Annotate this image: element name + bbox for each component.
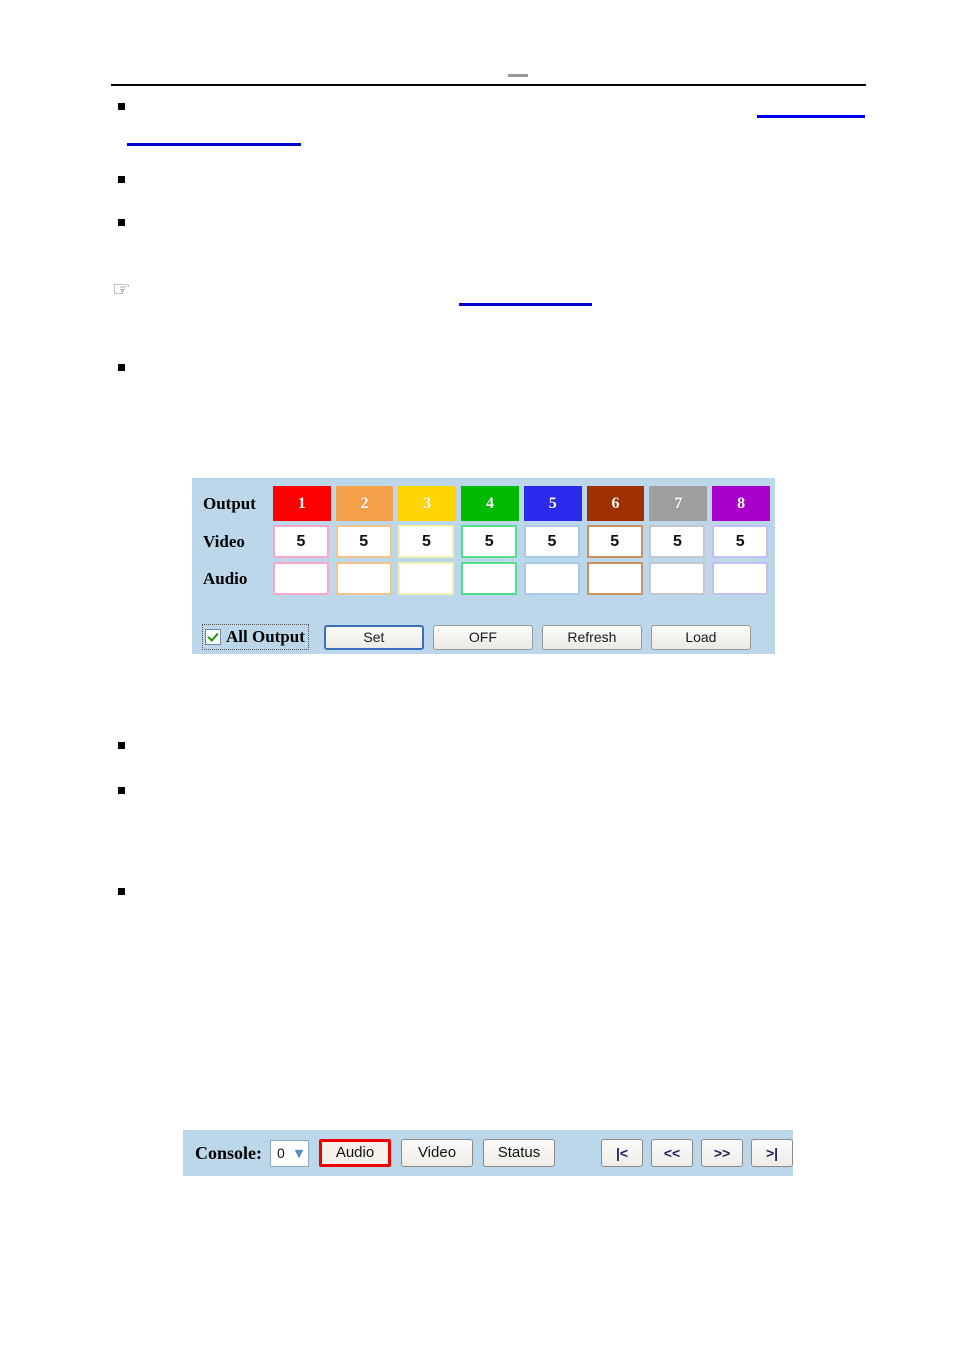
video-input-5[interactable] [523, 525, 580, 558]
audio-row: Audio [202, 562, 770, 595]
video-button[interactable]: Video [401, 1139, 473, 1167]
output-port-1[interactable]: 1 [272, 486, 331, 521]
all-output-label: All Output [226, 627, 305, 646]
bullet-marker [118, 219, 125, 226]
console-label: Console: [195, 1142, 262, 1163]
all-output-checkbox[interactable]: All Output [202, 624, 309, 650]
console-select[interactable]: 0 ▼ [270, 1139, 309, 1167]
output-row-label: Output [203, 493, 256, 513]
video-input-4[interactable] [461, 525, 518, 558]
first-page-button[interactable]: |< [601, 1139, 643, 1167]
output-port-label: 6 [611, 494, 620, 512]
console-panel: Console: 0 ▼ Audio Video Status |< << >>… [183, 1130, 793, 1176]
video-input-3[interactable] [398, 525, 455, 558]
output-port-label: 5 [548, 494, 557, 512]
output-port-3[interactable]: 3 [398, 486, 457, 521]
navigation-button-group: |< << >> >| [593, 1139, 793, 1167]
output-port-label: 2 [360, 494, 369, 512]
audio-input-7[interactable] [649, 562, 706, 595]
hyperlink-underline[interactable] [757, 115, 865, 118]
last-page-button[interactable]: >| [751, 1139, 793, 1167]
video-input-6[interactable] [586, 525, 643, 558]
audio-input-3[interactable] [398, 562, 455, 595]
video-row: Video [202, 525, 770, 558]
audio-row-label: Audio [203, 568, 248, 588]
audio-input-6[interactable] [586, 562, 643, 595]
output-port-5[interactable]: 5 [523, 486, 582, 521]
bullet-marker [118, 364, 125, 371]
load-button[interactable]: Load [650, 624, 751, 650]
video-row-label: Video [203, 531, 245, 551]
video-input-7[interactable] [649, 525, 706, 558]
audio-input-1[interactable] [272, 562, 329, 595]
output-matrix-table: Output 1 2 3 4 5 6 7 8 Video Audio [197, 482, 775, 599]
output-port-label: 8 [737, 494, 746, 512]
checkbox-checked-icon[interactable] [205, 629, 221, 645]
console-select-value: 0 [277, 1145, 285, 1161]
hyperlink-underline[interactable] [127, 143, 301, 146]
header-divider-rule [111, 84, 866, 86]
output-port-label: 3 [423, 494, 432, 512]
off-button[interactable]: OFF [432, 624, 533, 650]
audio-input-5[interactable] [523, 562, 580, 595]
output-port-label: 7 [674, 494, 683, 512]
output-port-4[interactable]: 4 [461, 486, 519, 521]
audio-input-8[interactable] [712, 562, 769, 595]
next-page-button[interactable]: >> [701, 1139, 743, 1167]
switch-controls-row: All Output Set OFF Refresh Load [202, 622, 772, 652]
output-port-label: 4 [486, 494, 495, 512]
bullet-marker [118, 787, 125, 794]
video-input-8[interactable] [712, 525, 769, 558]
bullet-marker [118, 176, 125, 183]
refresh-button[interactable]: Refresh [541, 624, 642, 650]
output-port-label: 1 [297, 494, 306, 512]
output-port-2[interactable]: 2 [335, 486, 394, 521]
audio-input-2[interactable] [335, 562, 392, 595]
output-port-7[interactable]: 7 [649, 486, 708, 521]
output-port-8[interactable]: 8 [712, 486, 770, 521]
bullet-marker [118, 742, 125, 749]
output-row: Output 1 2 3 4 5 6 7 8 [202, 486, 770, 521]
chevron-down-icon[interactable]: ▼ [290, 1140, 308, 1166]
audio-input-4[interactable] [461, 562, 518, 595]
video-input-1[interactable] [272, 525, 329, 558]
output-port-6[interactable]: 6 [586, 486, 645, 521]
bullet-marker [118, 103, 125, 110]
bullet-marker [118, 888, 125, 895]
previous-page-button[interactable]: << [651, 1139, 693, 1167]
set-button[interactable]: Set [323, 624, 424, 650]
pointing-hand-icon: ☞ [112, 277, 131, 301]
status-button[interactable]: Status [483, 1139, 555, 1167]
video-input-2[interactable] [335, 525, 392, 558]
audio-button[interactable]: Audio [319, 1139, 391, 1167]
hyperlink-underline[interactable] [459, 303, 592, 306]
header-dash [508, 74, 528, 77]
